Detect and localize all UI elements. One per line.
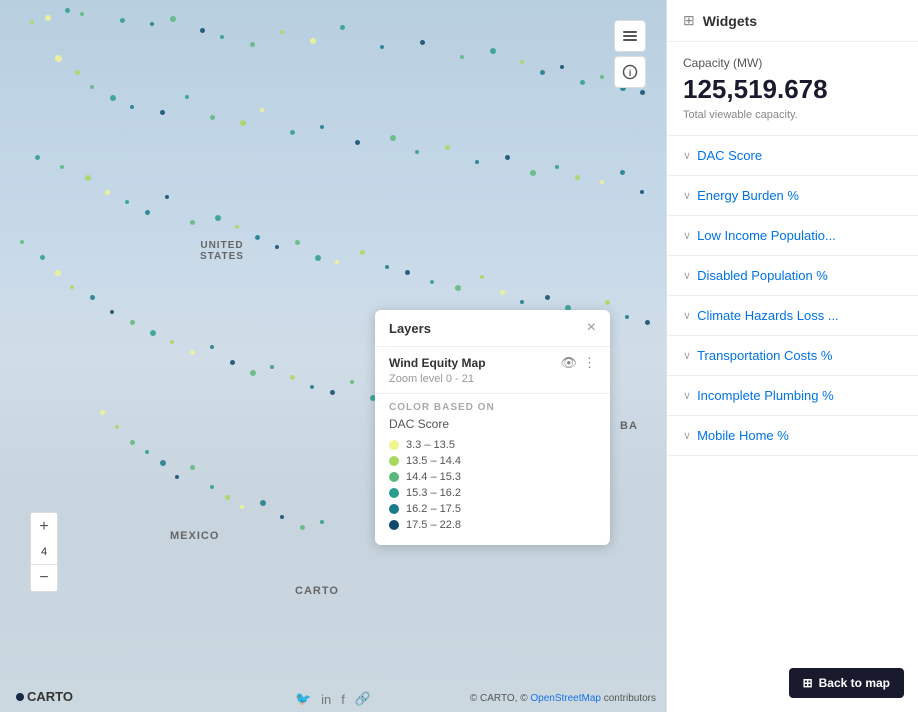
widget-row-disabled-population[interactable]: ∨ Disabled Population % bbox=[667, 256, 918, 296]
back-to-map-label: Back to map bbox=[819, 676, 890, 690]
widget-name-label: Disabled Population % bbox=[697, 268, 828, 283]
widget-name-label: Incomplete Plumbing % bbox=[697, 388, 834, 403]
widget-chevron-icon: ∨ bbox=[683, 429, 691, 442]
widget-chevron-icon: ∨ bbox=[683, 309, 691, 322]
legend-item: 16.2 – 17.5 bbox=[389, 503, 596, 515]
legend-color-dot bbox=[389, 456, 399, 466]
widget-row-incomplete-plumbing[interactable]: ∨ Incomplete Plumbing % bbox=[667, 376, 918, 416]
legend-color-dot bbox=[389, 488, 399, 498]
widget-row-energy-burden[interactable]: ∨ Energy Burden % bbox=[667, 176, 918, 216]
legend-item: 15.3 – 16.2 bbox=[389, 487, 596, 499]
widget-row-low-income[interactable]: ∨ Low Income Populatio... bbox=[667, 216, 918, 256]
layer-actions: 👁 ⋮ bbox=[560, 355, 596, 371]
zoom-level-display: 4 bbox=[30, 540, 58, 564]
widget-row-transportation-costs[interactable]: ∨ Transportation Costs % bbox=[667, 336, 918, 376]
layer-more-button[interactable]: ⋮ bbox=[583, 355, 596, 371]
color-section: COLOR BASED ON DAC Score 3.3 – 13.5 13.5… bbox=[375, 394, 610, 545]
layers-panel-header: Layers × bbox=[375, 310, 610, 347]
main-container: UNITEDSTATES MEXICO BA CARTO + 4 − i bbox=[0, 0, 918, 712]
layer-item-wind: Wind Equity Map 👁 ⋮ Zoom level 0 - 21 bbox=[375, 347, 610, 394]
widget-name-label: DAC Score bbox=[697, 148, 762, 163]
legend-items: 3.3 – 13.5 13.5 – 14.4 14.4 – 15.3 15.3 … bbox=[389, 439, 596, 531]
layer-visibility-button[interactable]: 👁 bbox=[560, 355, 577, 371]
layers-panel-title: Layers bbox=[389, 321, 431, 336]
legend-range-label: 13.5 – 14.4 bbox=[406, 455, 461, 467]
legend-item: 3.3 – 13.5 bbox=[389, 439, 596, 451]
widget-row-climate-hazards[interactable]: ∨ Climate Hazards Loss ... bbox=[667, 296, 918, 336]
widget-row-mobile-home[interactable]: ∨ Mobile Home % bbox=[667, 416, 918, 456]
widget-name-label: Energy Burden % bbox=[697, 188, 799, 203]
legend-range-label: 14.4 – 15.3 bbox=[406, 471, 461, 483]
back-to-map-icon: ⊞ bbox=[803, 676, 813, 690]
legend-color-dot bbox=[389, 520, 399, 530]
capacity-label: Capacity (MW) bbox=[683, 56, 902, 70]
widget-row-dac-score[interactable]: ∨ DAC Score bbox=[667, 136, 918, 176]
widget-name-label: Mobile Home % bbox=[697, 428, 789, 443]
legend-range-label: 16.2 – 17.5 bbox=[406, 503, 461, 515]
carto-logo-text: CARTO bbox=[27, 689, 73, 704]
back-to-map-button[interactable]: ⊞ Back to map bbox=[789, 668, 904, 698]
legend-item: 14.4 – 15.3 bbox=[389, 471, 596, 483]
widgets-header: ⊞ Widgets bbox=[667, 0, 918, 42]
map-attribution: © CARTO, © OpenStreetMap contributors bbox=[470, 693, 656, 704]
map-toolbar: i bbox=[614, 20, 646, 88]
legend-range-label: 3.3 – 13.5 bbox=[406, 439, 455, 451]
widget-chevron-icon: ∨ bbox=[683, 269, 691, 282]
layer-subtitle: Zoom level 0 - 21 bbox=[389, 373, 596, 385]
facebook-icon[interactable]: f bbox=[341, 692, 345, 707]
carto-dot-icon bbox=[16, 693, 24, 701]
legend-color-dot bbox=[389, 440, 399, 450]
zoom-out-button[interactable]: − bbox=[30, 564, 58, 592]
color-field-name: DAC Score bbox=[389, 417, 596, 431]
zoom-in-button[interactable]: + bbox=[30, 512, 58, 540]
map-layers-button[interactable] bbox=[614, 20, 646, 52]
widget-chevron-icon: ∨ bbox=[683, 189, 691, 202]
legend-color-dot bbox=[389, 504, 399, 514]
legend-range-label: 17.5 – 22.8 bbox=[406, 519, 461, 531]
legend-item: 17.5 – 22.8 bbox=[389, 519, 596, 531]
widgets-icon: ⊞ bbox=[683, 12, 695, 29]
widget-chevron-icon: ∨ bbox=[683, 389, 691, 402]
layer-name: Wind Equity Map bbox=[389, 356, 486, 370]
legend-color-dot bbox=[389, 472, 399, 482]
map-area: UNITEDSTATES MEXICO BA CARTO + 4 − i bbox=[0, 0, 666, 712]
color-based-on-label: COLOR BASED ON bbox=[389, 402, 596, 413]
legend-range-label: 15.3 – 16.2 bbox=[406, 487, 461, 499]
widgets-title: Widgets bbox=[703, 13, 757, 29]
linkedin-icon[interactable]: in bbox=[321, 692, 331, 707]
link-icon[interactable]: 🔗 bbox=[355, 691, 371, 707]
widget-name-label: Low Income Populatio... bbox=[697, 228, 836, 243]
right-panel: ⊞ Widgets Capacity (MW) 125,519.678 Tota… bbox=[666, 0, 918, 712]
carto-logo: CARTO bbox=[16, 689, 73, 704]
widget-name-label: Transportation Costs % bbox=[697, 348, 832, 363]
widget-chevron-icon: ∨ bbox=[683, 229, 691, 242]
svg-text:i: i bbox=[629, 68, 632, 78]
layers-panel: Layers × Wind Equity Map 👁 ⋮ Zoom level … bbox=[375, 310, 610, 545]
widget-name-label: Climate Hazards Loss ... bbox=[697, 308, 839, 323]
zoom-controls: + 4 − bbox=[30, 512, 58, 592]
layers-close-button[interactable]: × bbox=[587, 320, 596, 336]
widget-rows-container: ∨ DAC Score ∨ Energy Burden % ∨ Low Inco… bbox=[667, 136, 918, 456]
legend-item: 13.5 – 14.4 bbox=[389, 455, 596, 467]
map-info-button[interactable]: i bbox=[614, 56, 646, 88]
twitter-icon[interactable]: 🐦 bbox=[295, 691, 311, 707]
layer-item-header: Wind Equity Map 👁 ⋮ bbox=[389, 355, 596, 371]
capacity-subtitle: Total viewable capacity. bbox=[683, 109, 902, 121]
social-icons-bar: 🐦 in f 🔗 bbox=[295, 691, 371, 707]
widget-chevron-icon: ∨ bbox=[683, 349, 691, 362]
capacity-section: Capacity (MW) 125,519.678 Total viewable… bbox=[667, 42, 918, 136]
widget-chevron-icon: ∨ bbox=[683, 149, 691, 162]
capacity-value: 125,519.678 bbox=[683, 74, 902, 105]
